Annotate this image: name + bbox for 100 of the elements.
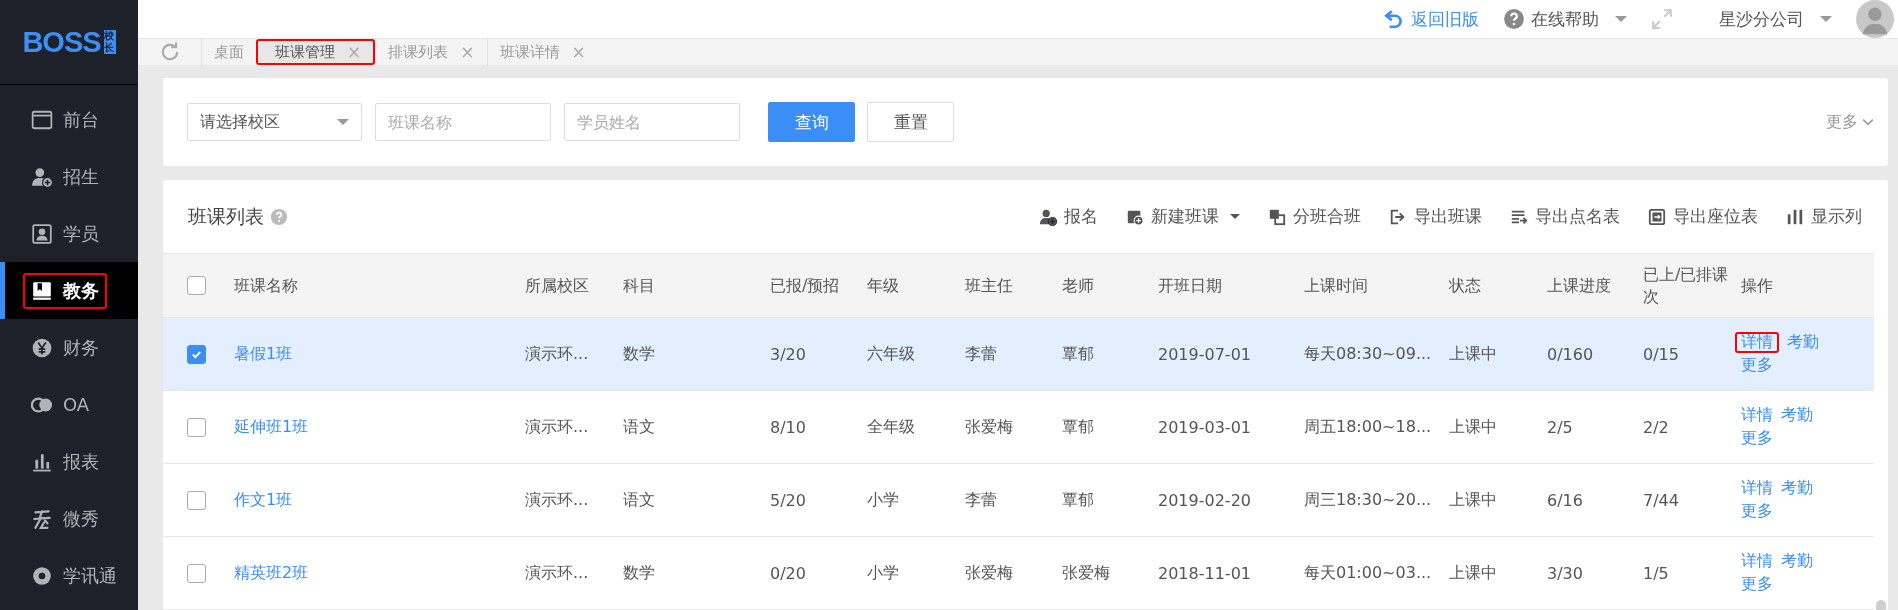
company-menu[interactable]: 星沙分公司 [1719, 7, 1832, 31]
student-name-field[interactable]: 学员姓名 [564, 103, 740, 141]
table-cell-text: 六年级 [867, 343, 916, 365]
search-button[interactable]: 查询 [768, 102, 855, 142]
table-cell-text: 2019-03-01 [1158, 417, 1252, 437]
columns-icon [1786, 207, 1804, 226]
action-link[interactable]: 详情 [1741, 478, 1773, 499]
column-header: 上课时间 [1304, 274, 1369, 297]
logo-text: BOSS [22, 25, 101, 59]
table-cell-text: 1/5 [1643, 563, 1670, 583]
class-name-link[interactable]: 延伸班1班 [234, 416, 309, 436]
toolbar-button[interactable]: 导出班课 [1389, 205, 1482, 228]
table-cell-text: 每天01:00~03... [1304, 562, 1433, 584]
expand-icon[interactable] [1651, 8, 1673, 30]
table-cell-text: 3/30 [1547, 563, 1584, 583]
toolbar-button[interactable]: 导出点名表 [1510, 205, 1620, 228]
toolbar-button[interactable]: 报名 [1039, 205, 1098, 228]
table-cell-text: 演示环... [525, 562, 590, 584]
table-cell-text: 张爱梅 [1062, 562, 1111, 584]
toolbar-button[interactable]: 导出座位表 [1648, 205, 1758, 228]
action-link[interactable]: 考勤 [1781, 405, 1813, 426]
row-checkbox[interactable] [187, 490, 206, 510]
back-link[interactable]: 返回旧版 [1383, 7, 1479, 31]
export-box-icon [1648, 207, 1666, 226]
table-row[interactable]: 暑假1班 演示环... 数学 3/20 六年级 李蕾 覃郁 2019-07-01 每天08:30~09... 上课中 0/160 0/15 详情 考勤 更多 [163, 318, 1874, 391]
sidebar-item[interactable]: 学员 [0, 205, 138, 262]
sidebar-item[interactable]: 微秀 [0, 490, 138, 547]
merge-squares-icon [1268, 207, 1286, 226]
sidebar-item[interactable]: 招生 [0, 148, 138, 205]
action-link[interactable]: 更多 [1741, 428, 1773, 449]
class-name-field[interactable]: 班课名称 [375, 103, 551, 141]
reset-button[interactable]: 重置 [867, 102, 954, 142]
column-header: 操作 [1741, 274, 1774, 297]
table-cell-text: 覃郁 [1062, 489, 1095, 511]
location-pin-icon [31, 564, 53, 587]
table-row[interactable]: 精英班2班 演示环... 数学 0/20 小学 张爱梅 张爱梅 2018-11-01 每天01:00~03... 上课中 3/30 1/5 详情 考勤 更多 [163, 537, 1874, 610]
table-cell-text: 2019-07-01 [1158, 344, 1252, 364]
table-cell-text: 覃郁 [1062, 343, 1095, 365]
class-name-link[interactable]: 作文1班 [234, 489, 293, 509]
table-cell-text: 周五18:00~18... [1304, 416, 1433, 438]
undo-arrow-icon [1383, 8, 1405, 30]
table-cell-text: 0/15 [1643, 344, 1680, 364]
table-cell-text: 小学 [867, 489, 900, 511]
sidebar-item[interactable]: 前台 [0, 91, 138, 148]
row-checkbox[interactable] [187, 417, 206, 437]
row-checkbox[interactable] [187, 344, 206, 364]
table-cell-text: 张爱梅 [965, 416, 1014, 438]
table-cell-text: 语文 [623, 416, 656, 438]
sidebar-item[interactable]: 财务 [0, 319, 138, 376]
action-link[interactable]: 详情 [1741, 405, 1773, 426]
help-menu[interactable]: 在线帮助 [1503, 7, 1627, 31]
user-add-icon [1039, 207, 1057, 226]
table-cell-text: 周三18:30~20... [1304, 489, 1433, 511]
campus-select[interactable]: 请选择校区 [187, 103, 362, 141]
table-cell-text: 演示环... [525, 416, 590, 438]
table-cell-text: 2018-11-01 [1158, 563, 1252, 583]
table-cell-text: 演示环... [525, 343, 590, 365]
row-checkbox[interactable] [187, 563, 206, 583]
table-cell-text: 张爱梅 [965, 562, 1014, 584]
table-cell-text: 上课中 [1449, 343, 1498, 365]
help-icon[interactable] [270, 207, 288, 226]
select-all-checkbox[interactable] [187, 276, 206, 295]
user-add-icon [31, 165, 53, 188]
tab[interactable]: 班课管理 × [256, 39, 376, 65]
toolbar-button[interactable]: 新建班课 [1126, 205, 1240, 228]
action-link[interactable]: 详情 [1741, 551, 1773, 572]
table-cell-text: 覃郁 [1062, 416, 1095, 438]
help-icon [1503, 8, 1525, 30]
action-link[interactable]: 考勤 [1781, 478, 1813, 499]
class-name-link[interactable]: 精英班2班 [234, 562, 309, 582]
book-icon [31, 279, 53, 302]
sidebar-item[interactable]: 报表 [0, 433, 138, 490]
chevron-down-icon [1862, 116, 1874, 128]
sidebar-item[interactable]: 教务 [0, 262, 138, 319]
sidebar-item[interactable]: OA [0, 376, 138, 433]
table-cell-text: 2019-02-20 [1158, 490, 1252, 510]
logo-badge: 校长 [103, 30, 116, 54]
action-link[interactable]: 更多 [1741, 574, 1773, 595]
table-row[interactable]: 延伸班1班 演示环... 语文 8/10 全年级 张爱梅 覃郁 2019-03-01 周五18:00~18... 上课中 2/5 2/2 详情 考勤 更多 [163, 391, 1874, 464]
table-cell-text: 2/5 [1547, 417, 1574, 437]
column-header: 所属校区 [525, 274, 590, 297]
action-link[interactable]: 考勤 [1781, 551, 1813, 572]
table-cell-text: 0/160 [1547, 344, 1595, 364]
table-row[interactable]: 作文1班 演示环... 语文 5/20 小学 李蕾 覃郁 2019-02-20 周三18:30~20... 上课中 6/16 7/44 详情 考勤 更多 [163, 464, 1874, 537]
column-header: 状态 [1449, 274, 1482, 297]
action-link[interactable]: 更多 [1741, 501, 1773, 522]
table-cell-text: 5/20 [770, 490, 807, 510]
table-cell-text: 小学 [867, 562, 900, 584]
table-cell-text: 上课中 [1449, 416, 1498, 438]
table-cell-text: 每天08:30~09... [1304, 343, 1433, 365]
toolbar-button[interactable]: 显示列 [1786, 205, 1862, 228]
toolbar-button[interactable]: 分班合班 [1268, 205, 1361, 228]
table-cell-text: 语文 [623, 489, 656, 511]
column-header: 开班日期 [1158, 274, 1223, 297]
table-cell-text: 8/10 [770, 417, 807, 437]
avatar-icon[interactable] [1856, 0, 1894, 38]
table-cell-text: 7/44 [1643, 490, 1680, 510]
sidebar-item[interactable]: 学讯通 [0, 547, 138, 604]
window-icon [31, 108, 53, 131]
table-cell-text: 3/20 [770, 344, 807, 364]
